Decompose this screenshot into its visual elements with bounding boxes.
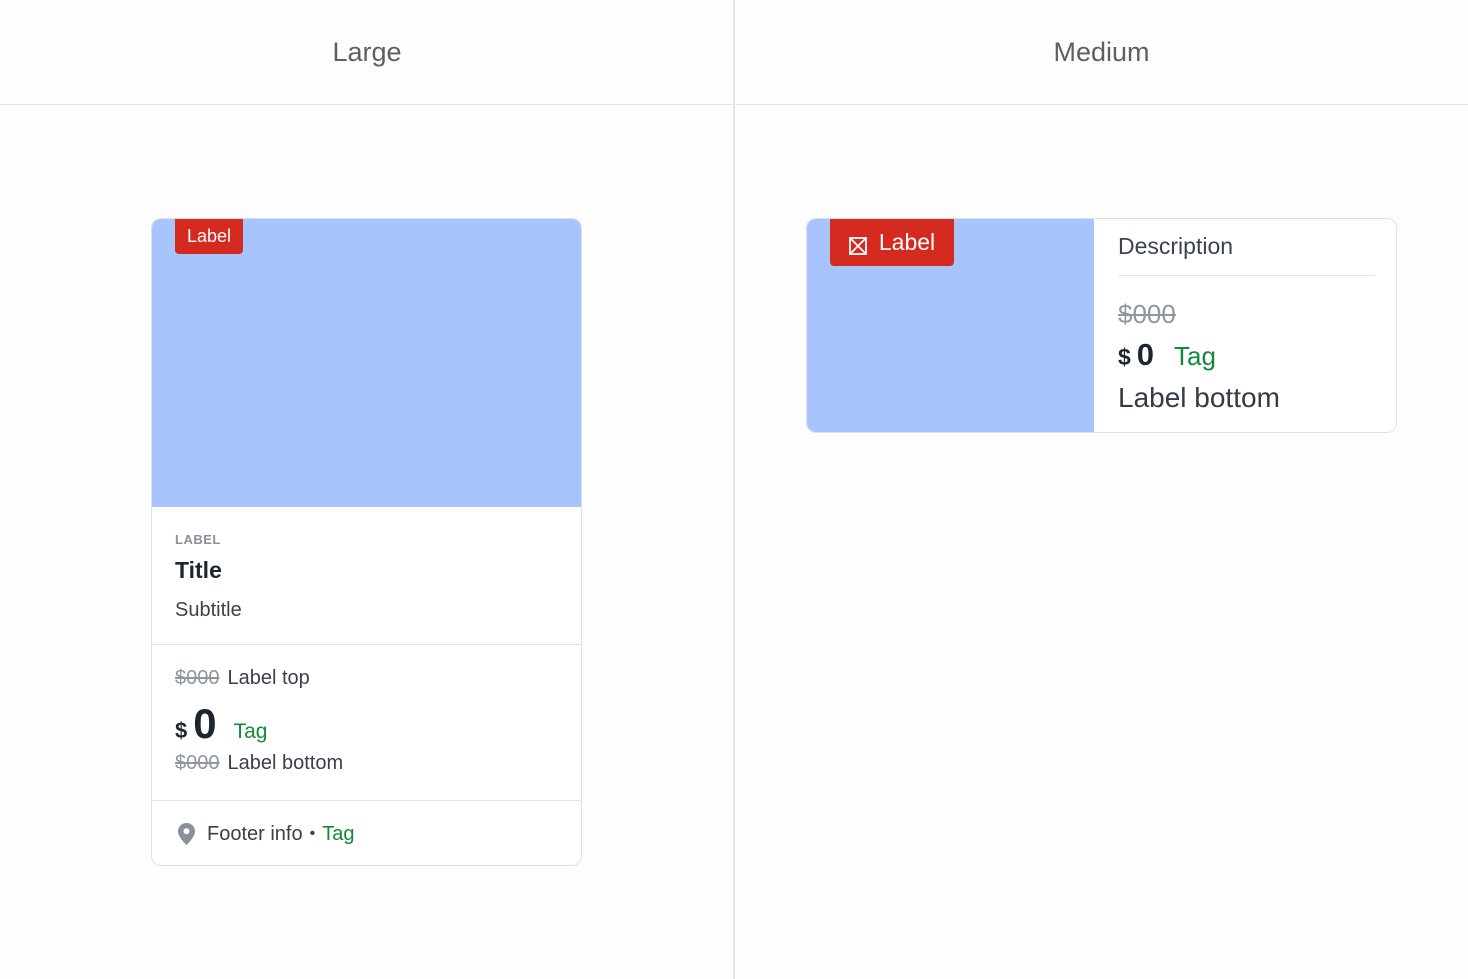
location-pin-icon: [178, 823, 195, 845]
price-row-top: $000 Label top: [175, 667, 310, 690]
original-price-top: $000: [175, 667, 220, 689]
card-subtitle: Subtitle: [175, 599, 242, 621]
column-header-medium: Medium: [735, 0, 1468, 105]
footer-separator: •: [309, 825, 316, 842]
large-card[interactable]: Label LABEL Title Subtitle $000 Label to…: [151, 218, 582, 866]
label-bottom: Label bottom: [1118, 382, 1280, 413]
card-content: Description $000 $ 0 Tag Label bottom: [1118, 219, 1375, 432]
currency-symbol: $: [1118, 344, 1131, 370]
card-image: [152, 219, 581, 507]
card-badge: Label: [830, 219, 954, 266]
current-price: $ 0 Tag: [1118, 337, 1216, 373]
card-title: Title: [175, 557, 222, 583]
footer-info: Footer info: [207, 822, 303, 845]
current-price: $ 0 Tag: [175, 700, 267, 748]
column-header-large: Large: [0, 0, 734, 105]
column-divider: [733, 0, 735, 979]
price-tag: Tag: [1174, 341, 1216, 371]
medium-card[interactable]: Label Description $000 $ 0 Tag Label bot…: [806, 218, 1397, 433]
label-bottom: Label bottom: [227, 752, 344, 774]
card-badge: Label: [175, 219, 243, 254]
original-price: $000: [1118, 299, 1176, 329]
image-placeholder-icon: [848, 234, 867, 255]
price-tag: Tag: [233, 720, 268, 743]
card-footer: Footer info • Tag: [152, 801, 581, 865]
price-amount: 0: [193, 700, 217, 747]
page: Large Medium Label LABEL Title Subtitle …: [0, 0, 1468, 979]
badge-label: Label: [878, 229, 936, 255]
currency-symbol: $: [175, 718, 188, 743]
footer-tag: Tag: [322, 822, 355, 845]
price-amount: 0: [1136, 337, 1155, 372]
card-overline: LABEL: [175, 532, 221, 547]
card-body: LABEL Title Subtitle: [152, 507, 581, 645]
card-pricing: $000 Label top $ 0 Tag $000 Label bottom: [152, 645, 581, 801]
card-description: Description: [1118, 233, 1375, 276]
price-row-bottom: $000 Label bottom: [175, 752, 343, 775]
original-price-bottom: $000: [175, 752, 220, 774]
label-top: Label top: [227, 667, 310, 689]
